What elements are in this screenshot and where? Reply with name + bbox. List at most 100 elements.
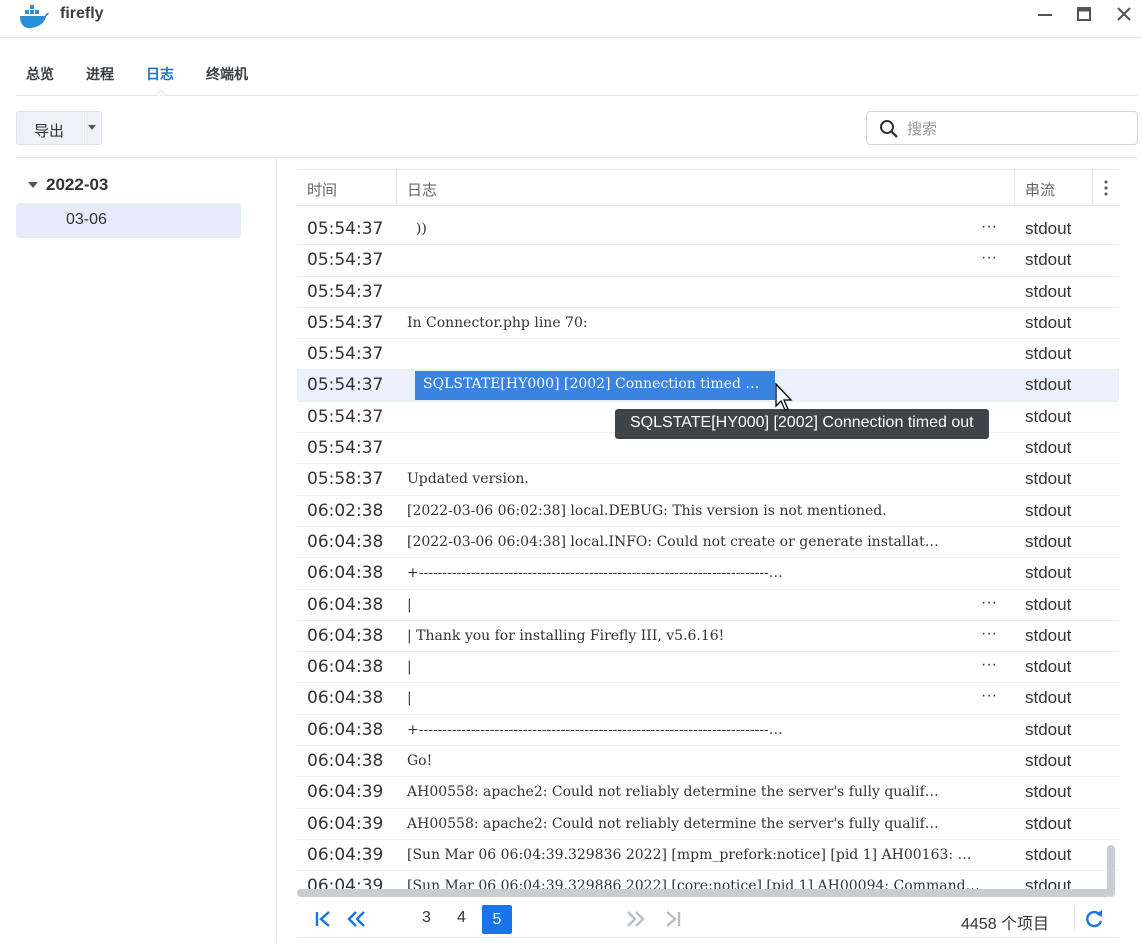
row-log[interactable]: AH00558: apache2: Could not reliably det… [407,816,999,832]
table-row[interactable]: 06:04:38 [2022-03-06 06:04:38] local.INFO… [297,527,1119,559]
search-input[interactable] [907,118,1127,140]
row-stream: stdout [1025,500,1072,520]
sidebar-group-month[interactable]: 2022-03 [28,175,258,197]
row-time: 05:54:37 [307,406,384,427]
row-log[interactable]: | [407,659,999,675]
row-log[interactable]: In Connector.php line 70: [407,315,999,331]
row-time: 06:04:39 [307,782,384,803]
table-row[interactable]: 05:54:37 stdout [297,277,1119,308]
table-row[interactable]: 05:58:37 Updated version. stdout [297,464,1119,496]
row-log[interactable]: )) [407,221,999,237]
row-log[interactable]: +---------------------------------------… [407,565,999,581]
row-log[interactable]: | [407,690,999,706]
close-icon[interactable] [1112,4,1136,26]
row-time: 06:04:39 [307,844,384,865]
more-icon[interactable]: ··· [981,249,997,267]
row-time: 06:04:38 [307,531,384,552]
table-row[interactable]: 06:04:38 | ··· stdout [297,590,1119,621]
divider [16,157,1138,158]
last-page-icon[interactable] [661,909,683,929]
refresh-icon[interactable] [1084,908,1104,930]
column-header-time[interactable]: 时间 [297,170,397,206]
sidebar-divider [276,158,277,943]
more-icon[interactable]: ··· [981,656,997,674]
first-page-icon[interactable] [313,909,335,929]
sidebar-group-label: 2022-03 [46,175,109,194]
tab-overview[interactable]: 总览 [26,64,54,84]
row-log[interactable]: [2022-03-06 06:02:38] local.DEBUG: This … [407,503,999,519]
row-stream: stdout [1025,469,1072,489]
row-stream: stdout [1025,375,1072,395]
table-row[interactable]: 06:02:38 [2022-03-06 06:02:38] local.DEBU… [297,496,1119,527]
row-time: 06:02:38 [307,500,384,521]
item-count: 4458 个项目 [961,916,1050,933]
table-row[interactable]: 06:04:38 +-------------------------------… [297,558,1119,590]
more-icon[interactable]: ··· [981,594,997,612]
tab-processes[interactable]: 进程 [86,64,114,84]
table-row[interactable]: 06:04:38 | Thank you for installing Firef… [297,621,1119,653]
row-log[interactable]: [Sun Mar 06 06:04:39.329836 2022] [mpm_p… [407,847,999,863]
search-box[interactable] [866,111,1138,145]
table-row[interactable]: 05:54:37 SQLSTATE[HY000] [2002] Connectio… [297,370,1119,402]
page-number[interactable]: 4 [457,909,466,927]
row-time: 06:04:38 [307,594,384,615]
more-icon[interactable]: ··· [981,218,997,236]
maximize-icon[interactable] [1072,4,1096,26]
row-log[interactable]: +---------------------------------------… [407,722,999,738]
docker-whale-icon [20,5,49,28]
row-log-selected-text[interactable]: SQLSTATE[HY000] [2002] Connection timed … [415,371,775,401]
more-icon[interactable]: ··· [981,625,997,643]
table-row[interactable]: 05:54:37 )) ··· stdout [297,214,1119,246]
row-log[interactable]: | [407,597,999,613]
row-stream: stdout [1025,312,1072,332]
table-row[interactable]: 06:04:39 AH00558: apache2: Could not reli… [297,809,1119,840]
row-stream: stdout [1025,751,1072,771]
tab-terminal[interactable]: 终端机 [206,64,248,84]
table-row[interactable]: 05:54:37 In Connector.php line 70: stdout [297,308,1119,340]
row-log[interactable]: [2022-03-06 06:04:38] local.INFO: Could … [407,534,999,550]
table-row[interactable]: 05:54:37 ··· stdout [297,245,1119,277]
current-page[interactable]: 5 [482,905,512,934]
export-button[interactable]: 导出 [16,111,102,145]
table-row[interactable]: 06:04:39 [Sun Mar 06 06:04:39.329836 2022… [297,840,1119,872]
row-log[interactable]: | Thank you for installing Firefly III, … [407,628,999,644]
next-pages-icon[interactable] [625,909,647,929]
row-log[interactable]: AH00558: apache2: Could not reliably det… [407,784,999,800]
pagination-bar: 3 4 5 4458 个项目 [297,900,1119,938]
previous-pages-icon[interactable] [345,909,367,929]
table-row[interactable]: 05:54:37 stdout [297,339,1119,371]
column-header-stream[interactable]: 串流 [1015,170,1093,206]
table-row[interactable]: 06:04:38 +-------------------------------… [297,715,1119,747]
more-icon[interactable]: ··· [981,687,997,705]
tab-logs[interactable]: 日志 [146,64,174,84]
table-row[interactable]: 06:04:38 | ··· stdout [297,683,1119,715]
table-row[interactable]: 06:04:39 AH00558: apache2: Could not reli… [297,777,1119,809]
row-stream: stdout [1025,406,1072,426]
minimize-icon[interactable] [1033,4,1057,26]
row-time: 05:54:37 [307,375,384,396]
search-icon [880,120,898,138]
row-time: 05:54:37 [307,438,384,459]
table-row[interactable]: 06:04:38 | ··· stdout [297,652,1119,684]
row-stream: stdout [1025,438,1072,458]
vertical-scrollbar[interactable] [1107,845,1115,897]
row-time: 05:54:37 [307,344,384,365]
row-stream: stdout [1025,531,1072,551]
row-log[interactable]: Go! [407,753,999,769]
row-stream: stdout [1025,688,1072,708]
row-time: 05:54:37 [307,219,384,239]
divider [1074,907,1075,931]
horizontal-scrollbar[interactable] [297,889,1111,897]
row-stream: stdout [1025,844,1072,864]
sidebar-item-label: 03-06 [66,211,107,228]
column-header-log[interactable]: 日志 [397,170,1015,206]
row-log[interactable]: Updated version. [407,471,999,487]
table-row[interactable]: 06:04:38 Go! stdout [297,746,1119,778]
caret-down-icon[interactable] [28,182,38,188]
row-stream: stdout [1025,344,1072,364]
chevron-down-icon[interactable] [88,125,96,130]
page-number[interactable]: 3 [422,909,431,927]
row-time: 05:54:37 [307,312,384,333]
sidebar-item-day[interactable]: 03-06 [16,203,241,238]
column-menu-icon[interactable] [1093,170,1119,206]
